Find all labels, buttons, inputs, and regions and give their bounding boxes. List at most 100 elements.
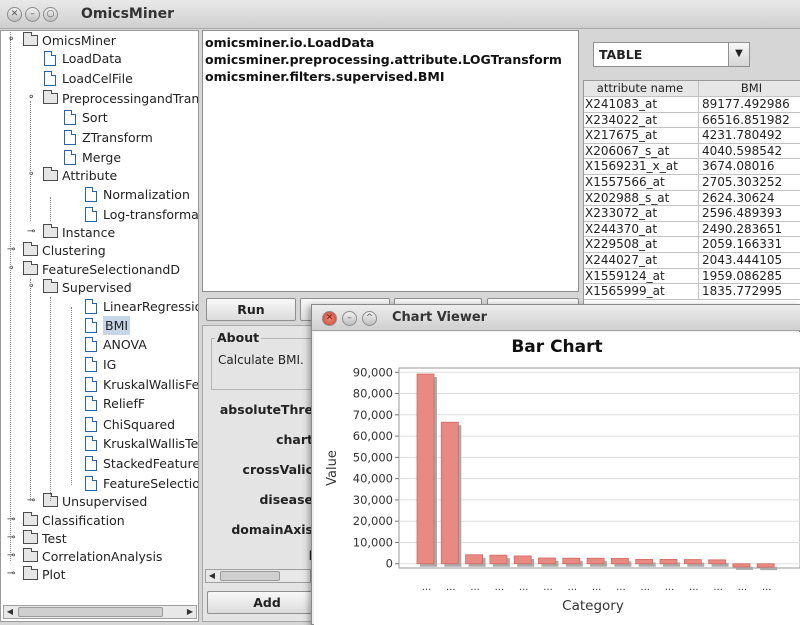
scroll-left-icon[interactable]: ◀ [206, 570, 218, 582]
parameters-panel: About Calculate BMI. absoluteThre chart … [202, 325, 312, 622]
folder-icon [43, 224, 58, 238]
table-row[interactable]: X241083_at 89177.492986 [584, 97, 800, 113]
minimize-icon[interactable]: – [25, 7, 40, 22]
x-tick-label: ... [592, 582, 602, 593]
results-table[interactable]: attribute name BMI X241083_at 89177.49298… [583, 80, 800, 304]
file-icon [85, 417, 97, 432]
tree-item-feature-selection[interactable]: ⚬ FeatureSelectionandD [1, 260, 198, 279]
tree-item-test[interactable]: ⊸ Test [1, 529, 198, 548]
cell-attribute-name: X229508_at [585, 237, 658, 252]
file-icon [85, 299, 97, 314]
minimize-icon[interactable]: – [342, 311, 357, 326]
script-textarea[interactable]: omicsminer.io.LoadData omicsminer.prepro… [202, 30, 579, 292]
bar [708, 559, 727, 565]
cell-attribute-name: X233072_at [585, 206, 658, 221]
table-row[interactable]: X244370_at 2490.283651 [584, 221, 800, 238]
tree-item-label: PreprocessingandTran [62, 91, 199, 106]
table-row[interactable]: X234022_at 66516.851982 [584, 112, 800, 129]
maximize-icon[interactable]: ○ [43, 7, 58, 22]
module-tree[interactable]: ⚬ OmicsMiner LoadData LoadCelFile ⚬ Preproces… [0, 30, 199, 622]
file-icon [85, 377, 97, 392]
y-tick-label: 90,000 [353, 365, 393, 379]
file-icon [85, 456, 97, 471]
cell-attribute-name: X244370_at [585, 221, 658, 236]
x-tick-label: ... [446, 582, 456, 593]
collapsed-handle-icon[interactable]: ⊸ [7, 245, 18, 256]
cell-bmi-value: 4040.598542 [698, 143, 800, 159]
table-row[interactable]: X1557566_at 2705.303252 [584, 175, 800, 191]
collapsed-handle-icon[interactable]: ⊸ [27, 496, 38, 507]
add-button[interactable]: Add [207, 591, 311, 614]
expand-handle-icon[interactable]: ⚬ [7, 264, 18, 275]
view-select[interactable]: TABLE ▼ [593, 42, 750, 67]
tree-item-label: LoadCelFile [62, 71, 133, 86]
collapsed-handle-icon[interactable]: ⊸ [7, 515, 18, 526]
dropdown-arrow-icon[interactable]: ▼ [728, 43, 749, 66]
chart-title: Bar Chart [511, 337, 602, 357]
cell-attribute-name: X202988_s_at [585, 190, 670, 205]
collapsed-handle-icon[interactable]: ⊸ [7, 569, 18, 580]
x-tick-label: ... [616, 582, 626, 593]
tree-item-label: Unsupervised [62, 494, 148, 509]
table-row[interactable]: X1559124_at 1959.086285 [584, 268, 800, 285]
file-icon [44, 51, 56, 66]
chart-viewer-titlebar: ✕ – ^ Chart Viewer [312, 305, 800, 331]
file-icon [64, 130, 76, 145]
close-icon[interactable]: ✕ [7, 7, 22, 22]
tree-item-loadcelfile[interactable]: LoadCelFile [1, 69, 198, 88]
column-header-attribute[interactable]: attribute name [585, 81, 695, 96]
table-row[interactable]: X233072_at 2596.489393 [584, 206, 800, 222]
tree-connector-line [30, 101, 31, 221]
tree-item-correlation-analysis[interactable]: ⊸ CorrelationAnalysis [1, 547, 198, 566]
collapsed-handle-icon[interactable]: ⊸ [7, 533, 18, 544]
tree-item-label: Attribute [62, 168, 118, 183]
y-axis-label: Value [325, 450, 340, 486]
run-button[interactable]: Run [206, 298, 296, 321]
scroll-right-icon[interactable]: ▶ [184, 606, 196, 618]
bar-chart: Bar Chart 0 10,000 20,000 30,000 40,000 50,000… [314, 332, 800, 625]
tree-connector-line [50, 197, 51, 221]
about-description: Calculate BMI. [218, 353, 304, 367]
table-row[interactable]: X229508_at 2059.166331 [584, 237, 800, 253]
cell-attribute-name: X241083_at [585, 97, 658, 111]
expand-handle-icon[interactable]: ⚬ [7, 35, 18, 46]
tree-item-loaddata[interactable]: LoadData [1, 49, 198, 68]
table-row[interactable]: X217675_at 4231.780492 [584, 128, 800, 144]
table-row[interactable]: X202988_s_at 2624.30624 [584, 190, 800, 207]
tree-item-omicsminer[interactable]: ⚬ OmicsMiner [1, 31, 198, 50]
tree-horizontal-scrollbar[interactable]: ◀ ▶ [3, 605, 197, 619]
cell-bmi-value: 2043.444105 [698, 253, 800, 268]
table-row[interactable]: X244027_at 2043.444105 [584, 253, 800, 269]
tree-item-plot[interactable]: ⊸ Plot [1, 565, 198, 584]
maximize-icon[interactable]: ^ [362, 311, 377, 326]
tree-item-label: Normalization [103, 187, 190, 202]
collapsed-handle-icon[interactable]: ⊸ [7, 551, 18, 562]
params-horizontal-scrollbar[interactable]: ◀ [205, 569, 311, 583]
file-icon [85, 436, 97, 451]
table-row[interactable]: X206067_s_at 4040.598542 [584, 143, 800, 160]
tree-item-instance[interactable]: ⊸ Instance [1, 223, 198, 242]
tree-item-label: Sort [82, 110, 108, 125]
cell-attribute-name: X1565999_at [585, 284, 665, 299]
expand-handle-icon[interactable]: ⚬ [27, 170, 38, 181]
tree-item-classification[interactable]: ⊸ Classification [1, 511, 198, 530]
bar [562, 557, 581, 565]
tree-item-clustering[interactable]: ⊸ Clustering [1, 241, 198, 260]
cell-attribute-name: X234022_at [585, 112, 658, 127]
tree-connector-line [71, 307, 72, 485]
expand-handle-icon[interactable]: ⚬ [27, 93, 38, 104]
close-icon[interactable]: ✕ [322, 311, 337, 326]
scroll-left-icon[interactable]: ◀ [4, 606, 16, 618]
folder-icon [23, 32, 38, 46]
collapsed-handle-icon[interactable]: ⊸ [27, 227, 38, 238]
cell-attribute-name: X217675_at [585, 128, 658, 143]
cell-bmi-value: 2059.166331 [698, 237, 800, 253]
table-row[interactable]: X1569231_x_at 3674.08016 [584, 159, 800, 175]
expand-handle-icon[interactable]: ⚬ [27, 282, 38, 293]
scrollbar-thumb[interactable] [18, 607, 163, 617]
column-header-bmi[interactable]: BMI [698, 81, 800, 96]
scrollbar-thumb[interactable] [220, 571, 280, 581]
table-row[interactable]: X1565999_at 1835.772995 [584, 284, 800, 300]
file-icon [85, 318, 97, 333]
folder-icon [23, 530, 38, 544]
